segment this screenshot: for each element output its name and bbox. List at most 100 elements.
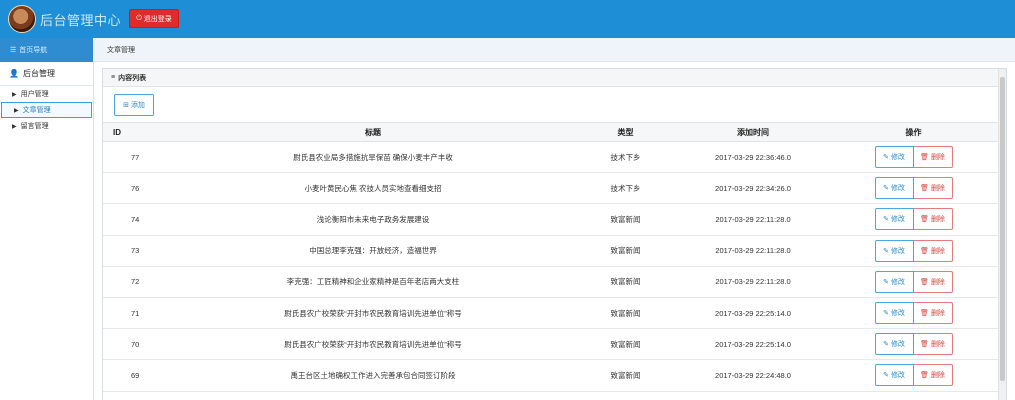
cell-title: 禹王台区土地确权工作进入完善承包合同签订阶段	[173, 359, 573, 392]
edit-button[interactable]: ✎ 修改	[874, 270, 914, 293]
avatar[interactable]	[8, 5, 36, 33]
edit-button[interactable]: ✎ 修改	[874, 146, 914, 169]
trash-icon: 🗑	[920, 185, 929, 193]
column-header-title: 标题	[173, 122, 573, 142]
column-header-time: 添加时间	[678, 122, 828, 142]
table-row: 77 尉氏县农业局多措施抗旱保苗 确保小麦丰产丰收 技术下乡 2017-03-29 2…	[103, 141, 999, 174]
top-header: 后台管理中心 ⏻ 退出登录	[0, 0, 1015, 38]
edit-label: 修改	[890, 216, 905, 224]
cell-id: 73	[103, 235, 173, 267]
cell-type: 致富新闻	[573, 359, 678, 392]
delete-button[interactable]: 🗑 删除	[913, 364, 953, 387]
edit-button[interactable]: ✎ 修改	[874, 177, 914, 200]
trash-icon: 🗑	[920, 341, 929, 349]
sidebar-item-users[interactable]: ▶ 用户管理	[0, 86, 93, 102]
table-row: 70 尉氏县农广校荣获“开封市农民教育培训先进单位”称号 致富新闻 2017-03-2…	[103, 328, 999, 361]
cell-title: 尉氏县农广校荣获“开封市农民教育培训先进单位”称号	[173, 297, 573, 330]
column-header-id: ID	[103, 122, 173, 142]
cell-actions: ✎ 修改 🗑 删除	[828, 203, 999, 236]
logout-label: 退出登录	[143, 15, 172, 23]
cell-actions: ✎ 修改 🗑 删除	[828, 141, 999, 174]
cell-actions: ✎ 修改 🗑 删除	[828, 172, 999, 205]
cell-actions: ✎ 修改 🗑 删除	[828, 328, 999, 361]
delete-label: 删除	[930, 278, 945, 286]
cell-type: 技术下乡	[573, 141, 678, 174]
edit-icon: ✎	[883, 185, 889, 193]
sidebar-item-messages[interactable]: ▶ 留言管理	[0, 118, 93, 134]
cell-title: 尉氏县农广校荣获“开封市农民教育培训先进单位”称号	[173, 328, 573, 361]
add-label: 添加	[130, 102, 145, 109]
edit-label: 修改	[890, 154, 905, 162]
caret-right-icon: ▶	[12, 123, 17, 130]
delete-label: 删除	[930, 341, 945, 349]
delete-button[interactable]: 🗑 删除	[913, 239, 953, 262]
delete-button[interactable]: 🗑 删除	[913, 177, 953, 200]
delete-button[interactable]: 🗑 删除	[913, 146, 953, 169]
sidebar-item-articles[interactable]: ▶ 文章管理	[1, 102, 92, 118]
cell-id: 71	[103, 297, 173, 330]
home-nav[interactable]: ☰ 首页导航	[0, 38, 93, 62]
sidebar-item-label: 用户管理	[20, 91, 49, 98]
sidebar-item-label: 留言管理	[20, 123, 49, 130]
caret-right-icon: ▶	[12, 91, 17, 98]
edit-label: 修改	[890, 372, 905, 380]
add-button[interactable]: ⊞ 添加	[114, 94, 154, 116]
edit-icon: ✎	[883, 278, 889, 286]
edit-label: 修改	[890, 247, 905, 255]
edit-label: 修改	[890, 278, 905, 286]
delete-button[interactable]: 🗑 删除	[913, 208, 953, 231]
table-row: 72 李克强：工匠精神和企业家精神是百年老店两大支柱 致富新闻 2017-03-29 …	[103, 266, 999, 298]
article-table: ID 标题 类型 添加时间 操作 77 尉氏县农业局多措施抗旱保苗 确保小麦丰产丰…	[103, 122, 999, 392]
scrollbar-thumb[interactable]	[1000, 77, 1005, 381]
cell-id: 74	[103, 203, 173, 236]
delete-label: 删除	[930, 310, 945, 318]
cell-title: 中国总理李克强：开放经济，造福世界	[173, 235, 573, 267]
logout-button[interactable]: ⏻ 退出登录	[129, 9, 179, 28]
edit-button[interactable]: ✎ 修改	[874, 364, 914, 387]
edit-button[interactable]: ✎ 修改	[874, 239, 914, 262]
cell-actions: ✎ 修改 🗑 删除	[828, 266, 999, 298]
table-body: 77 尉氏县农业局多措施抗旱保苗 确保小麦丰产丰收 技术下乡 2017-03-29 2…	[103, 141, 999, 392]
trash-icon: 🗑	[920, 216, 929, 224]
trash-icon: 🗑	[920, 372, 929, 380]
cell-actions: ✎ 修改 🗑 删除	[828, 359, 999, 392]
cell-type: 致富新闻	[573, 266, 678, 298]
cell-time: 2017-03-29 22:11:28.0	[678, 266, 828, 298]
sidebar: 👤 后台管理 ▶ 用户管理 ▶ 文章管理 ▶ 留言管理	[0, 62, 94, 400]
sidebar-section-header[interactable]: 👤 后台管理	[0, 62, 93, 86]
table-row: 73 中国总理李克强：开放经济，造福世界 致富新闻 2017-03-29 22:11:…	[103, 235, 999, 267]
sidebar-section-label: 后台管理	[22, 69, 55, 78]
cell-time: 2017-03-29 22:25:14.0	[678, 328, 828, 361]
cell-id: 76	[103, 172, 173, 205]
delete-button[interactable]: 🗑 删除	[913, 270, 953, 293]
cell-actions: ✎ 修改 🗑 删除	[828, 297, 999, 330]
trash-icon: 🗑	[920, 154, 929, 162]
table-row: 76 小麦叶黄民心焦 农技人员实地查看细支招 技术下乡 2017-03-29 22:3…	[103, 172, 999, 205]
delete-button[interactable]: 🗑 删除	[913, 333, 953, 356]
cell-id: 69	[103, 359, 173, 392]
user-icon: 👤	[9, 69, 19, 78]
cell-time: 2017-03-29 22:25:14.0	[678, 297, 828, 330]
panel-title: 内容列表	[118, 74, 147, 82]
table-row: 71 尉氏县农广校荣获“开封市农民教育培训先进单位”称号 致富新闻 2017-03-2…	[103, 297, 999, 330]
edit-button[interactable]: ✎ 修改	[874, 208, 914, 231]
delete-button[interactable]: 🗑 删除	[913, 302, 953, 325]
list-icon: ☰	[10, 47, 17, 54]
cell-id: 72	[103, 266, 173, 298]
cell-id: 70	[103, 328, 173, 361]
panel-header: ≡ 内容列表	[103, 69, 1006, 87]
cell-title: 李克强：工匠精神和企业家精神是百年老店两大支柱	[173, 266, 573, 298]
edit-button[interactable]: ✎ 修改	[874, 302, 914, 325]
edit-button[interactable]: ✎ 修改	[874, 333, 914, 356]
edit-label: 修改	[890, 341, 905, 349]
scrollbar[interactable]	[998, 69, 1006, 400]
cell-type: 致富新闻	[573, 328, 678, 361]
cell-time: 2017-03-29 22:11:28.0	[678, 235, 828, 267]
sidebar-item-label: 文章管理	[22, 107, 51, 114]
cell-time: 2017-03-29 22:11:28.0	[678, 203, 828, 236]
edit-icon: ✎	[883, 154, 889, 162]
table-row: 69 禹王台区土地确权工作进入完善承包合同签订阶段 致富新闻 2017-03-29 2…	[103, 359, 999, 392]
app-title: 后台管理中心	[40, 13, 122, 28]
column-header-actions: 操作	[828, 122, 999, 142]
cell-type: 致富新闻	[573, 235, 678, 267]
